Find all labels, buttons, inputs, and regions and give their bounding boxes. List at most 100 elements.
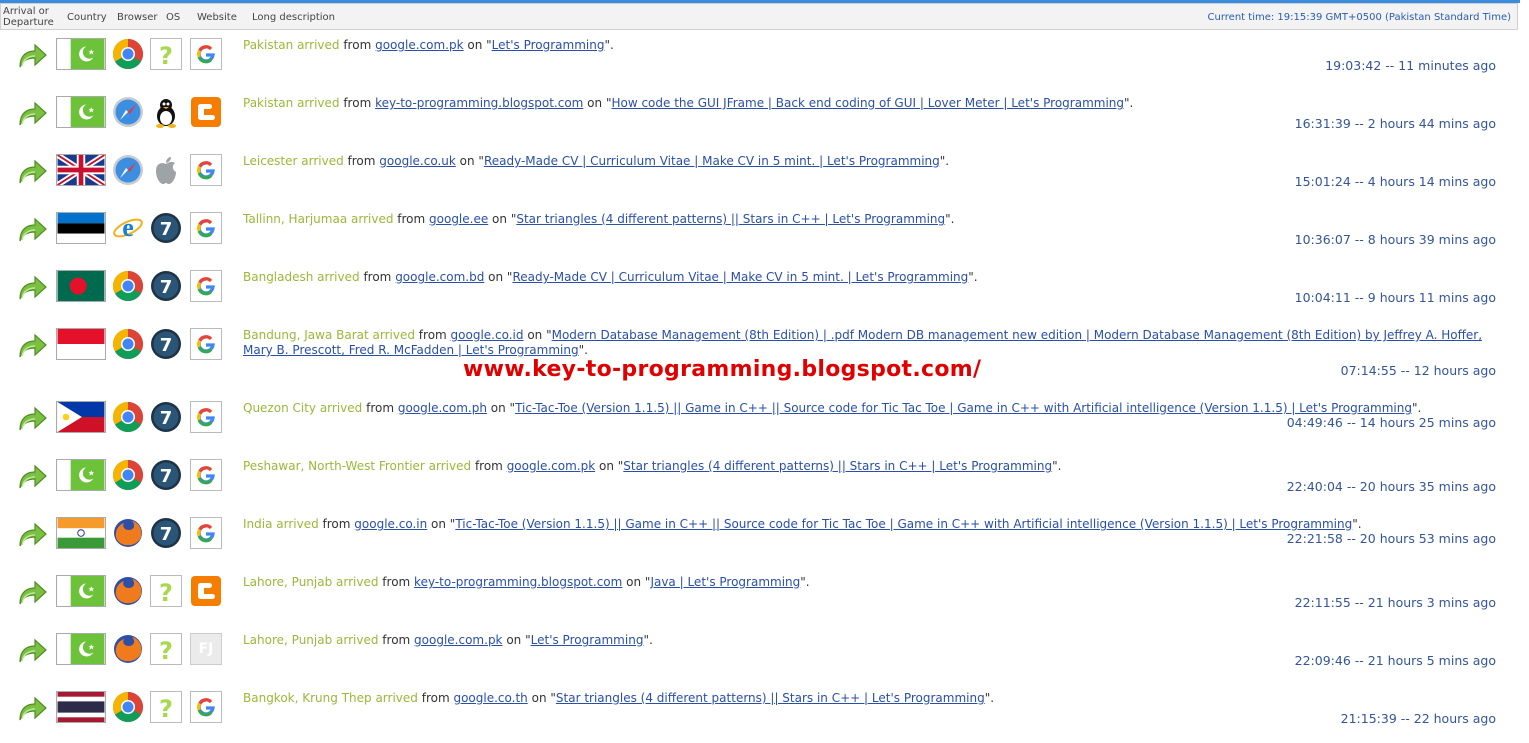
windows7-icon: 7 (150, 328, 182, 360)
table-row: 7 Bangladesh arrived from google.com.bd o… (0, 264, 1518, 322)
referrer-link[interactable]: google.ee (429, 212, 488, 226)
page-title-link[interactable]: Star triangles (4 different patterns) ||… (516, 212, 945, 226)
referrer-link[interactable]: google.com.bd (395, 270, 484, 284)
google-icon[interactable] (190, 38, 222, 70)
page-title-link[interactable]: Ready-Made CV | Curriculum Vitae | Make … (484, 154, 940, 168)
bangladesh-flag-icon (56, 270, 106, 302)
fj-icon[interactable]: FJ (190, 633, 222, 665)
google-icon[interactable] (190, 517, 222, 549)
referrer-link[interactable]: google.com.pk (414, 633, 502, 647)
page-title-link[interactable]: How code the GUI JFrame | Back end codin… (611, 96, 1124, 110)
svg-text:?: ? (159, 42, 173, 70)
page-title-link[interactable]: Tic-Tac-Toe (Version 1.1.5) || Game in C… (455, 517, 1352, 531)
from-label: from (471, 459, 507, 473)
visit-time: 16:31:39 -- 2 hours 44 mins ago (1294, 116, 1496, 131)
google-icon[interactable] (190, 212, 222, 244)
visit-description: Pakistan arrived from key-to-programming… (243, 96, 1483, 111)
unknown-icon: ? (150, 38, 182, 70)
page-title-link[interactable]: Let's Programming (531, 633, 644, 647)
google-icon[interactable] (190, 691, 222, 723)
watermark-text: www.key-to-programming.blogspot.com/ (463, 357, 982, 382)
google-icon[interactable] (190, 270, 222, 302)
pakistan-flag-icon (56, 633, 106, 665)
page-title-link[interactable]: Star triangles (4 different patterns) ||… (556, 691, 985, 705)
table-row: Leicester arrived from google.co.uk on "… (0, 148, 1518, 206)
visitor-location: Pakistan (243, 96, 294, 110)
visitor-location: Pakistan (243, 38, 294, 52)
quote-close: ". (939, 154, 950, 168)
page-title-link[interactable]: Java | Let's Programming (650, 575, 800, 589)
visit-description: Lahore, Punjab arrived from key-to-progr… (243, 575, 1483, 590)
referrer-link[interactable]: google.com.ph (398, 401, 487, 415)
chrome-icon (112, 270, 144, 302)
from-label: from (414, 328, 451, 342)
visit-time: 10:36:07 -- 8 hours 39 mins ago (1294, 232, 1496, 247)
google-icon[interactable] (190, 154, 222, 186)
on-label: on (622, 575, 645, 589)
quote-close: ". (643, 633, 653, 647)
referrer-link[interactable]: google.co.uk (379, 154, 456, 168)
pakistan-flag-icon (56, 96, 106, 128)
from-label: from (378, 633, 415, 647)
referrer-link[interactable]: key-to-programming.blogspot.com (375, 96, 583, 110)
referrer-link[interactable]: google.co.id (451, 328, 524, 342)
arrival-arrow-icon (16, 693, 48, 725)
from-label: from (359, 270, 396, 284)
google-icon[interactable] (190, 401, 222, 433)
col-description: Long description (252, 12, 335, 23)
visit-description: Bandung, Jawa Barat arrived from google.… (243, 328, 1483, 358)
table-row: 7 Quezon City arrived from google.com.ph … (0, 395, 1518, 453)
arrival-arrow-icon (16, 461, 48, 493)
svg-text:?: ? (159, 695, 173, 723)
google-icon[interactable] (190, 328, 222, 360)
on-label: on (427, 517, 450, 531)
svg-text:?: ? (159, 579, 173, 607)
google-icon[interactable] (190, 459, 222, 491)
unknown-icon: ? (150, 575, 182, 607)
referrer-link[interactable]: google.co.th (453, 691, 527, 705)
linux-icon (150, 96, 182, 128)
safari-icon (112, 96, 144, 128)
referrer-link[interactable]: google.co.in (354, 517, 427, 531)
page-title-link[interactable]: Tic-Tac-Toe (Version 1.1.5) || Game in C… (515, 401, 1412, 415)
visit-time: 10:04:11 -- 9 hours 11 mins ago (1294, 290, 1496, 305)
referrer-link[interactable]: google.com.pk (375, 38, 463, 52)
indonesia-flag-icon (56, 328, 106, 360)
visitor-location: Peshawar, North-West Frontier (243, 459, 425, 473)
page-title-link[interactable]: Star triangles (4 different patterns) ||… (623, 459, 1052, 473)
col-website: Website (197, 12, 237, 23)
referrer-link[interactable]: google.com.pk (507, 459, 595, 473)
blogger-icon[interactable] (190, 96, 222, 128)
arrived-label: arrived (371, 691, 418, 705)
on-label: on (488, 212, 511, 226)
visitor-location: Lahore, Punjab (243, 575, 333, 589)
page-title-link[interactable]: Ready-Made CV | Curriculum Vitae | Make … (512, 270, 968, 284)
on-label: on (455, 154, 479, 168)
on-label: on (463, 38, 487, 52)
blogger-icon[interactable] (190, 575, 222, 607)
visitor-location: Bandung, Jawa Barat (243, 328, 369, 342)
chrome-icon (112, 328, 144, 360)
pakistan-flag-icon (56, 575, 106, 607)
referrer-link[interactable]: key-to-programming.blogspot.com (414, 575, 622, 589)
windows7-icon: 7 (150, 270, 182, 302)
visit-description: India arrived from google.co.in on "Tic-… (243, 517, 1483, 532)
arrived-label: arrived (272, 517, 319, 531)
table-row: Pakistan arrived from key-to-programming… (0, 90, 1518, 148)
thailand-flag-icon (56, 691, 106, 723)
page-title-link[interactable]: Let's Programming (492, 38, 605, 52)
table-row: ? Pakistan arrived from google.com.pk on … (0, 32, 1518, 90)
quote-close: ". (1052, 459, 1062, 473)
visit-description: Tallinn, Harjumaa arrived from google.ee… (243, 212, 1483, 227)
visitor-location: India (243, 517, 273, 531)
apple-icon (150, 154, 182, 186)
quote-close: ". (578, 343, 588, 357)
chrome-icon (112, 401, 144, 433)
unknown-icon: ? (150, 633, 182, 665)
svg-text:7: 7 (160, 466, 173, 487)
quote-close: ". (604, 38, 614, 52)
table-header: Arrival or Departure Country Browser OS … (0, 3, 1518, 30)
arrived-label: arrived (313, 270, 360, 284)
from-label: from (339, 38, 376, 52)
on-label: on (595, 459, 618, 473)
